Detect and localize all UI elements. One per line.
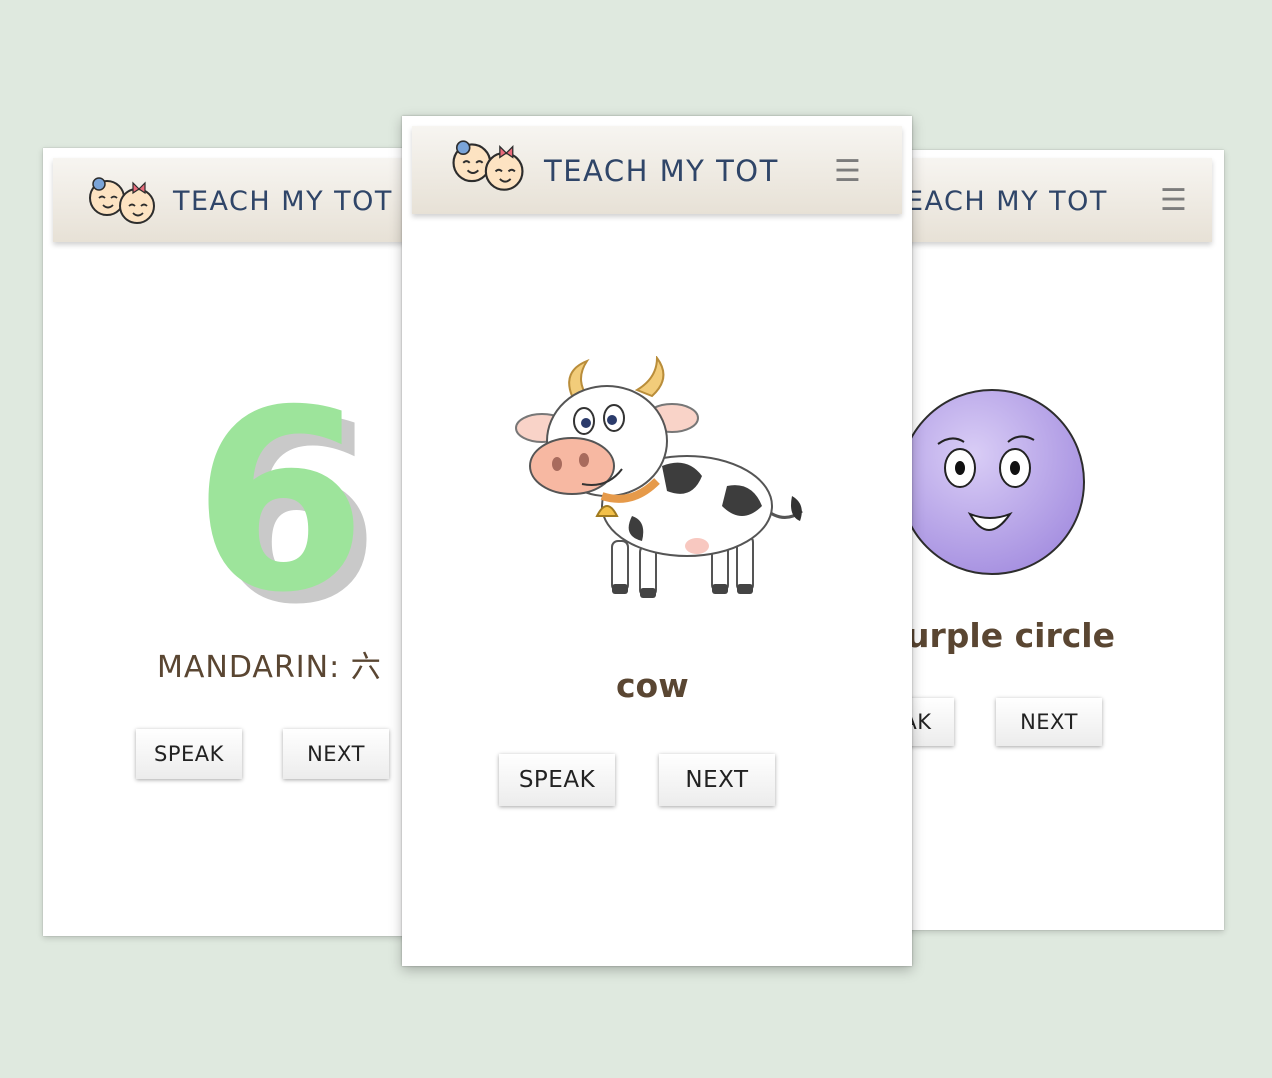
- animal-label: cow: [616, 666, 689, 705]
- navbar: TEACH MY TOT ☰: [412, 126, 902, 214]
- shape-label: urple circle: [906, 616, 1115, 655]
- baby-faces-icon: [89, 177, 155, 224]
- number-six-image: 6 6: [193, 388, 373, 618]
- mandarin-label: MANDARIN: 六: [157, 650, 382, 685]
- brand-title: EACH MY TOT: [906, 186, 1108, 217]
- next-button[interactable]: NEXT: [659, 754, 775, 806]
- flashcard-right: EACH MY TOT ☰ urple circle AK NEXT: [880, 150, 1224, 930]
- brand-title: TEACH MY TOT: [544, 154, 779, 188]
- flashcard-left: TEACH MY TOT 6 6 MANDARIN: 六 SPEAK NEXT: [43, 148, 405, 936]
- purple-circle-smiley-image: [900, 389, 1085, 575]
- baby-faces-icon: [452, 140, 524, 191]
- cow-image: [515, 356, 803, 598]
- svg-text:6: 6: [193, 388, 367, 618]
- hamburger-menu-icon[interactable]: ☰: [1160, 186, 1187, 216]
- navbar: EACH MY TOT ☰: [892, 158, 1212, 242]
- brand-title: TEACH MY TOT: [173, 186, 393, 217]
- flashcard-center: TEACH MY TOT ☰ cow SPEAK NEXT: [402, 116, 912, 966]
- hamburger-menu-icon[interactable]: ☰: [834, 157, 861, 187]
- navbar: TEACH MY TOT: [53, 158, 405, 242]
- next-button[interactable]: NEXT: [283, 729, 389, 779]
- speak-button[interactable]: SPEAK: [499, 754, 615, 806]
- speak-button[interactable]: SPEAK: [136, 729, 242, 779]
- next-button[interactable]: NEXT: [996, 698, 1102, 746]
